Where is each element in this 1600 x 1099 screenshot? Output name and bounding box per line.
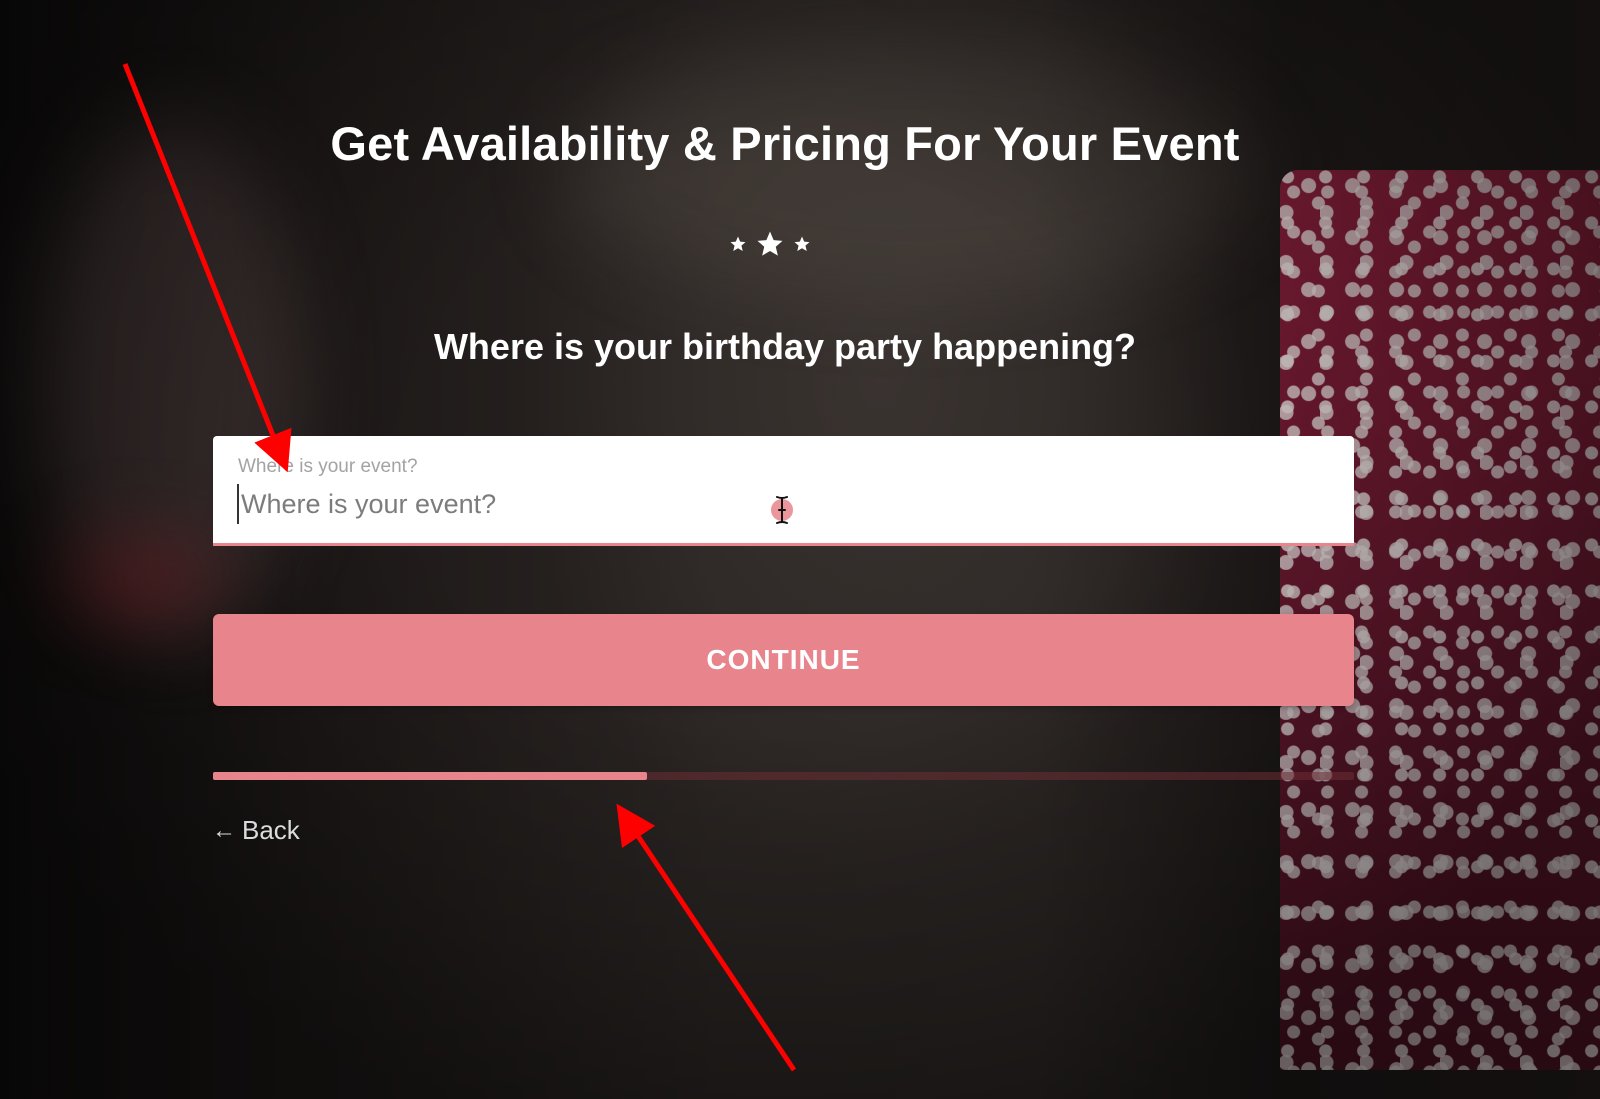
progress-bar-fill — [213, 772, 647, 780]
background-light-left — [40, 120, 300, 640]
progress-bar — [213, 772, 1354, 780]
stars-icon — [720, 224, 820, 264]
back-link[interactable]: ← Back — [212, 815, 300, 846]
continue-button[interactable]: CONTINUE — [213, 614, 1354, 706]
background-red-accent — [60, 540, 220, 620]
location-field-label: Where is your event? — [238, 456, 418, 477]
star-small-icon — [730, 236, 746, 251]
step-question: Where is your birthday party happening? — [433, 326, 1137, 367]
back-link-label: Back — [242, 815, 300, 845]
page-background: Get Availability & Pricing For Your Even… — [0, 0, 1600, 1099]
star-large-icon — [757, 231, 783, 256]
text-cursor-icon — [771, 496, 793, 524]
page-title: Get Availability & Pricing For Your Even… — [330, 117, 1240, 170]
location-field[interactable]: Where is your event? — [213, 436, 1354, 546]
star-small-icon — [794, 236, 810, 251]
annotation-arrow-to-progress — [616, 803, 797, 1072]
back-arrow-icon: ← — [212, 816, 236, 844]
